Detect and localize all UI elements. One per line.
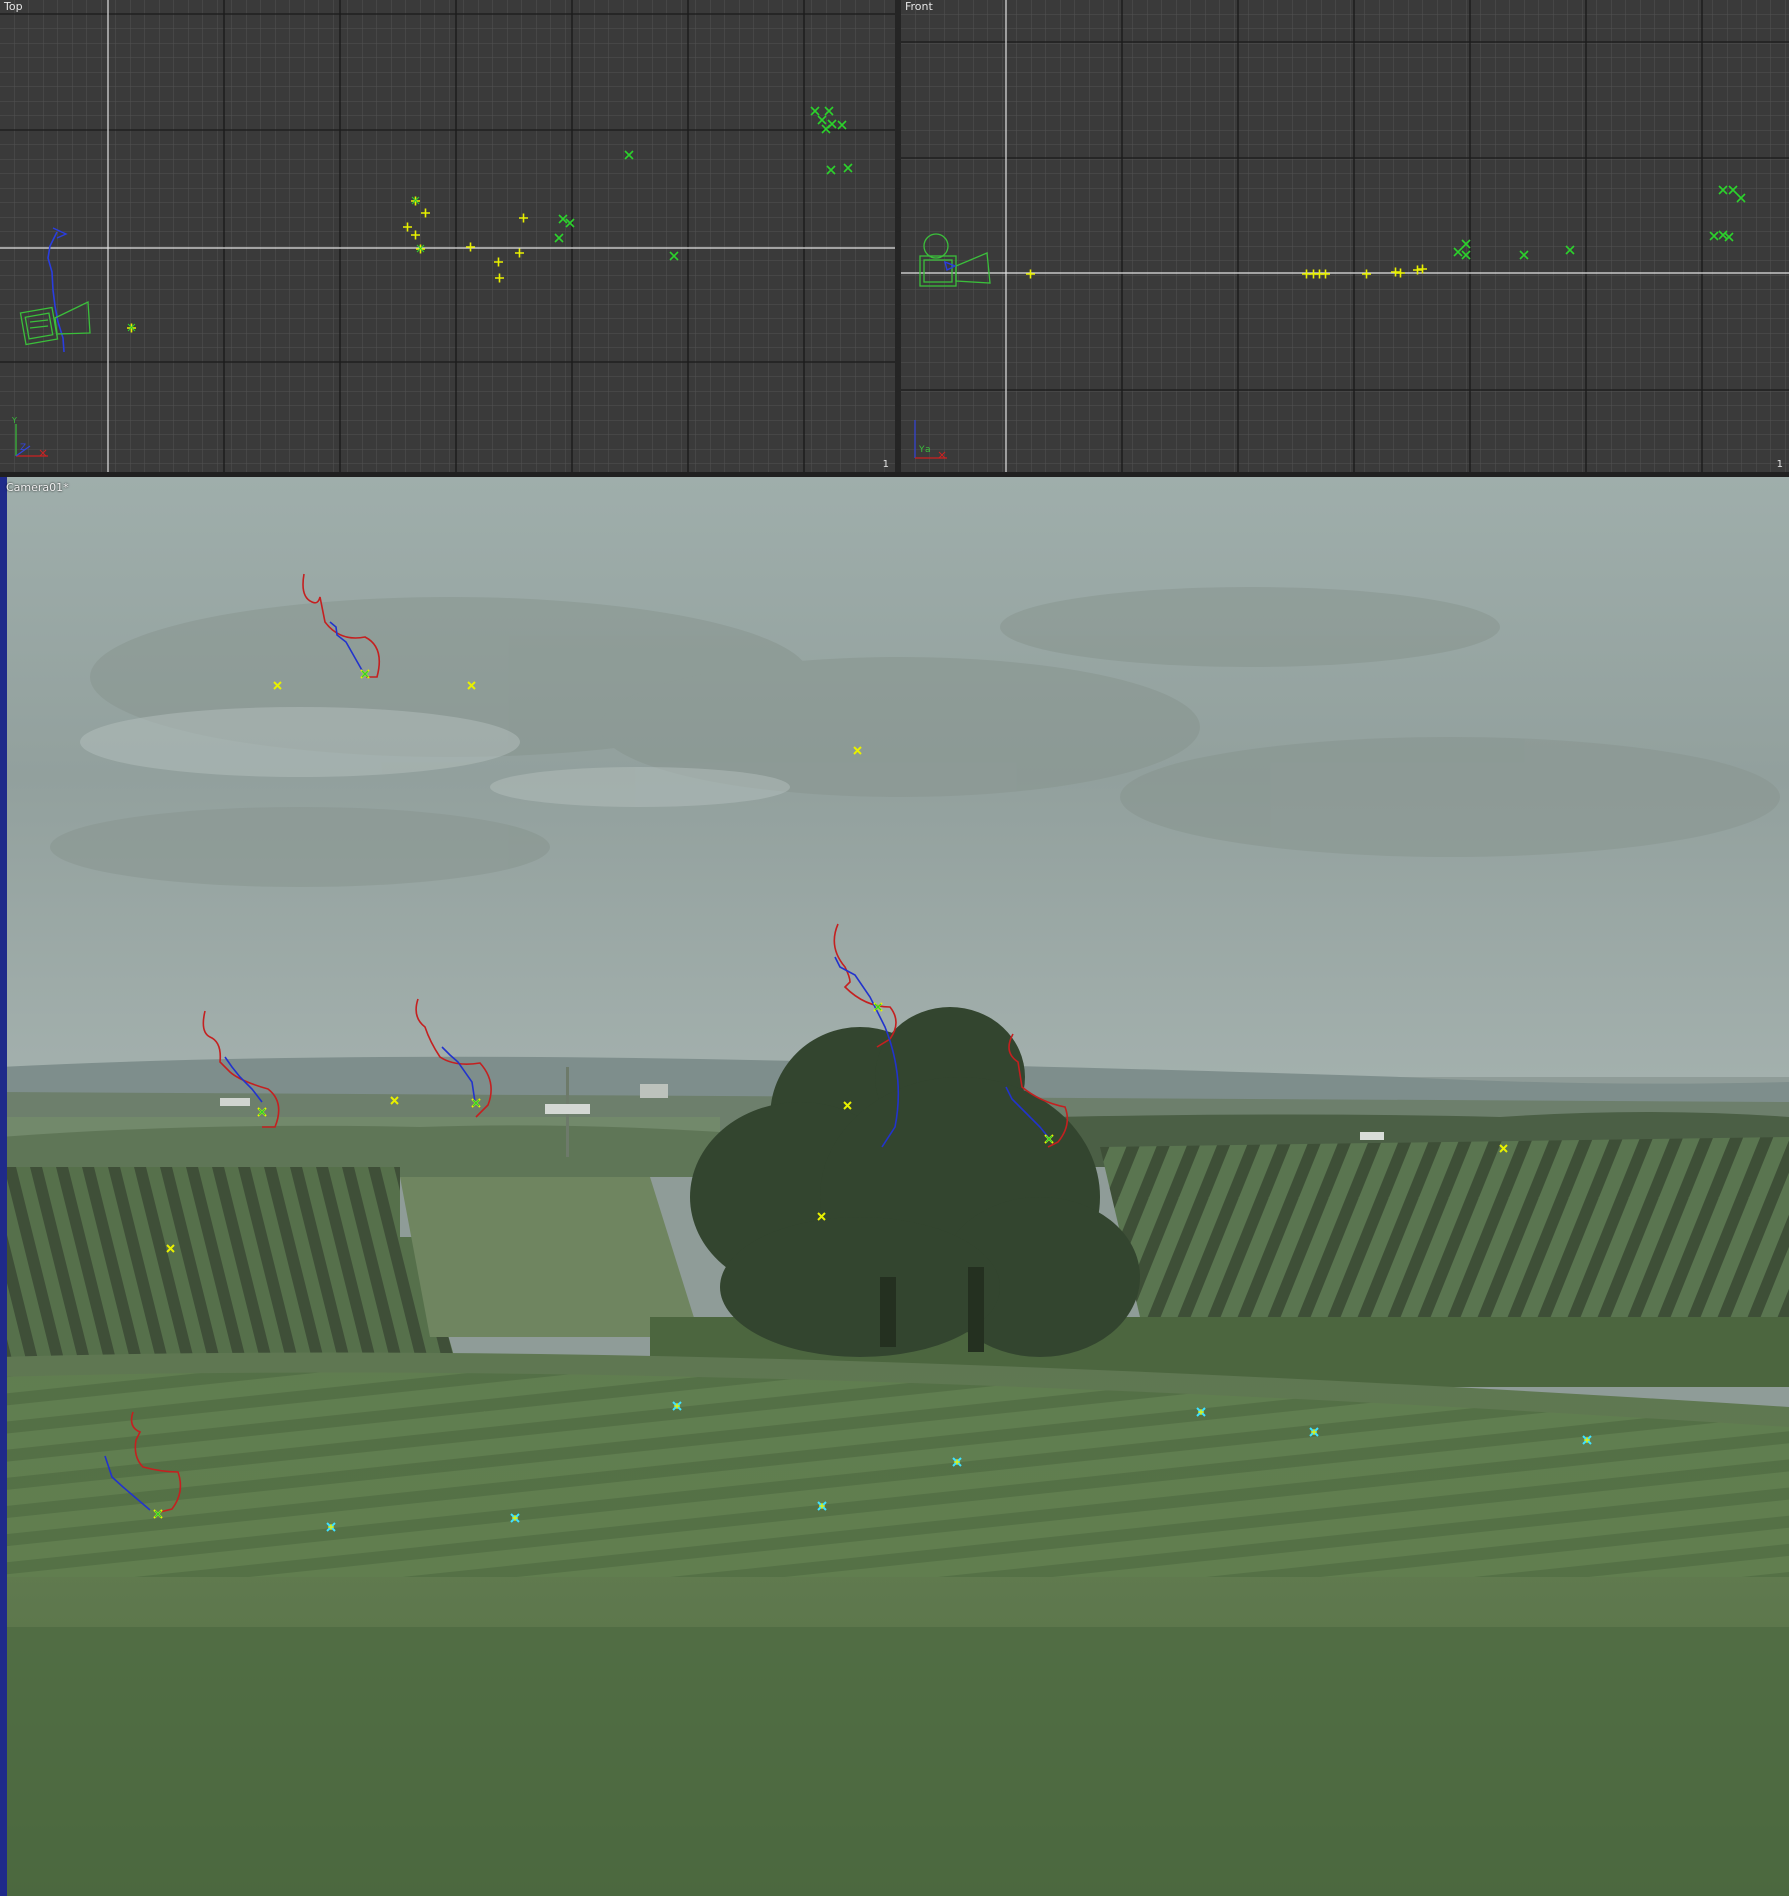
viewport-number-front: 1 (1776, 459, 1783, 470)
track-red-2 (202, 1010, 280, 1128)
viewport-number-top: 1 (882, 459, 889, 470)
viewport-label-top[interactable]: Top (4, 0, 23, 13)
viewport-label-camera[interactable]: Camera01* (6, 481, 69, 494)
axis-gizmo-top-x: Z (20, 443, 27, 453)
front-viewport-grid (901, 0, 1789, 472)
track-red-6 (130, 1411, 182, 1513)
top-viewport-grid (0, 0, 895, 472)
track-blue-5 (1005, 1086, 1049, 1138)
front-viewport[interactable]: Front 1 Y a (901, 0, 1789, 472)
axis-gizmo-front-y: a (925, 445, 931, 455)
track-red-4 (833, 923, 897, 1048)
track-blue-4 (834, 956, 900, 1148)
track-blue-6 (104, 1455, 151, 1511)
track-blue-3 (441, 1046, 476, 1103)
track-blue-1 (329, 621, 364, 673)
viewport-label-front[interactable]: Front (905, 0, 933, 13)
tracking-overlay (104, 573, 1592, 1532)
axis-gizmo-top-y: Y (12, 416, 17, 425)
track-red-5 (1008, 1033, 1069, 1148)
viewport-active-border (0, 477, 7, 1896)
axis-gizmo-front-x: Y (919, 445, 925, 455)
top-viewport[interactable]: Top 1 Z Y (0, 0, 895, 472)
track-red-1 (302, 573, 381, 678)
camera-viewport[interactable]: Camera01* (0, 477, 1789, 1896)
track-blue-2 (224, 1056, 263, 1103)
